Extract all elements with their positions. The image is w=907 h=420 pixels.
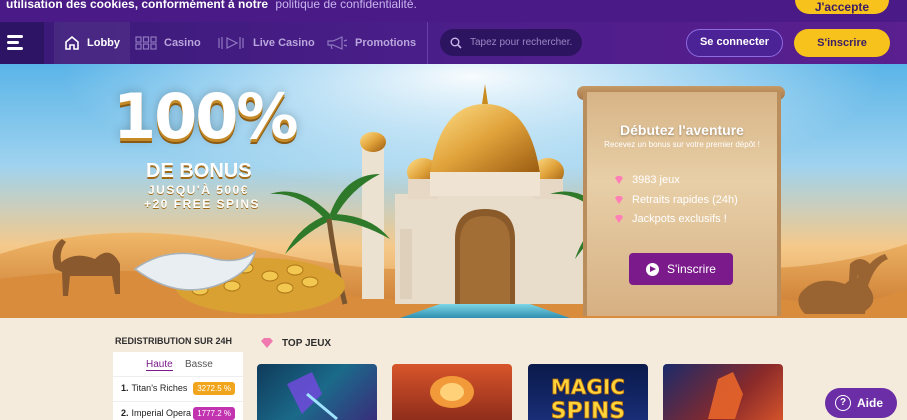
top-games-heading: TOP JEUX xyxy=(260,337,331,349)
nav-promotions[interactable]: Promotions xyxy=(326,22,416,64)
header-divider xyxy=(427,22,428,64)
redistribution-title: REDISTRIBUTION SUR 24H xyxy=(115,336,233,346)
home-icon xyxy=(65,35,79,50)
tab-haute[interactable]: Haute xyxy=(146,359,173,371)
grid-icon xyxy=(135,36,157,50)
hamburger-menu-button[interactable] xyxy=(0,22,44,64)
row-percent-badge: 3272.5 % xyxy=(193,382,235,395)
top-header: Lobby Casino Live Casino Promotions Tape… xyxy=(0,22,907,64)
nav-live-casino-label: Live Casino xyxy=(253,37,315,49)
feature-label: Retraits rapides (24h) xyxy=(632,194,738,206)
svg-text:SPINS: SPINS xyxy=(551,399,625,420)
nav-casino[interactable]: Casino xyxy=(135,22,201,64)
row-rank: 1. xyxy=(121,382,129,393)
hamburger-line xyxy=(7,47,23,50)
hero-signup-button[interactable]: S'inscrire xyxy=(629,253,733,285)
nav-live-casino[interactable]: Live Casino xyxy=(216,22,315,64)
nav-lobby[interactable]: Lobby xyxy=(54,22,130,64)
game-thumbnail xyxy=(287,372,338,420)
hero-banner: 100% DE BONUS JUSQU'À 500€ +20 FREE SPIN… xyxy=(0,64,907,318)
pink-gem-icon xyxy=(615,176,623,184)
magic-spins-logo: MAGIC SPINS xyxy=(550,375,625,420)
nav-promotions-label: Promotions xyxy=(355,37,417,49)
pink-gem-icon xyxy=(615,196,623,204)
nav-lobby-label: Lobby xyxy=(87,37,120,49)
game-tile[interactable]: MAGIC SPINS xyxy=(528,364,648,420)
feature-label: Jackpots exclusifs ! xyxy=(632,213,727,225)
row-game-name: Titan's Riches xyxy=(131,382,188,393)
pink-gem-icon xyxy=(615,215,623,223)
feature-label: 3983 jeux xyxy=(632,174,680,186)
nav-casino-label: Casino xyxy=(164,37,201,49)
row-game-name: Imperial Opera xyxy=(131,407,192,418)
help-label: Aide xyxy=(857,396,884,410)
game-tile[interactable] xyxy=(257,364,377,420)
search-icon xyxy=(450,37,462,49)
cookie-accept-button[interactable]: J'accepte xyxy=(795,0,889,14)
top-games-title: TOP JEUX xyxy=(282,337,332,349)
cookie-banner: utilisation des cookies, conformément à … xyxy=(0,0,907,22)
cookie-text: utilisation des cookies, conformément à … xyxy=(6,0,269,11)
bonus-line-2: JUSQU'À 500€ xyxy=(148,183,249,197)
question-icon: ? xyxy=(835,395,851,411)
game-tile[interactable] xyxy=(392,364,512,420)
signup-button[interactable]: S'inscrire xyxy=(794,29,890,57)
privacy-policy-link[interactable]: politique de confidentialité. xyxy=(275,0,416,11)
bonus-percent: 100% xyxy=(113,80,299,153)
hero-signup-label: S'inscrire xyxy=(667,262,716,276)
pink-gem-icon xyxy=(261,338,273,348)
hamburger-line xyxy=(7,35,23,38)
help-button[interactable]: ? Aide xyxy=(825,388,897,418)
search-box[interactable] xyxy=(440,29,582,56)
search-input[interactable] xyxy=(470,37,580,48)
row-rank: 2. xyxy=(121,407,129,418)
feature-item: 3983 jeux xyxy=(614,174,680,186)
megaphone-icon xyxy=(327,36,348,50)
play-icon xyxy=(646,262,660,276)
tab-basse[interactable]: Basse xyxy=(185,359,213,370)
feature-item: Jackpots exclusifs ! xyxy=(614,213,727,225)
game-thumbnail xyxy=(708,372,743,419)
scroll-title: Débutez l'aventure xyxy=(620,122,744,138)
svg-text:MAGIC: MAGIC xyxy=(551,375,625,399)
redistribution-row[interactable]: 1. Titan's Riches 3272.5 % xyxy=(113,376,243,398)
bonus-line-1: DE BONUS xyxy=(146,160,252,182)
redistribution-row[interactable]: 2. Imperial Opera 1777.2 % xyxy=(113,401,243,420)
live-play-icon xyxy=(218,37,244,49)
row-percent-badge: 1777.2 % xyxy=(193,407,235,420)
feature-item: Retraits rapides (24h) xyxy=(614,194,738,206)
bonus-line-3: +20 FREE SPINS xyxy=(144,197,261,211)
hamburger-line xyxy=(7,41,19,44)
scroll-subtitle: Recevez un bonus sur votre premier dépôt… xyxy=(604,140,760,149)
login-button[interactable]: Se connecter xyxy=(686,29,783,57)
game-thumbnail xyxy=(430,376,474,408)
game-tile[interactable] xyxy=(663,364,783,420)
